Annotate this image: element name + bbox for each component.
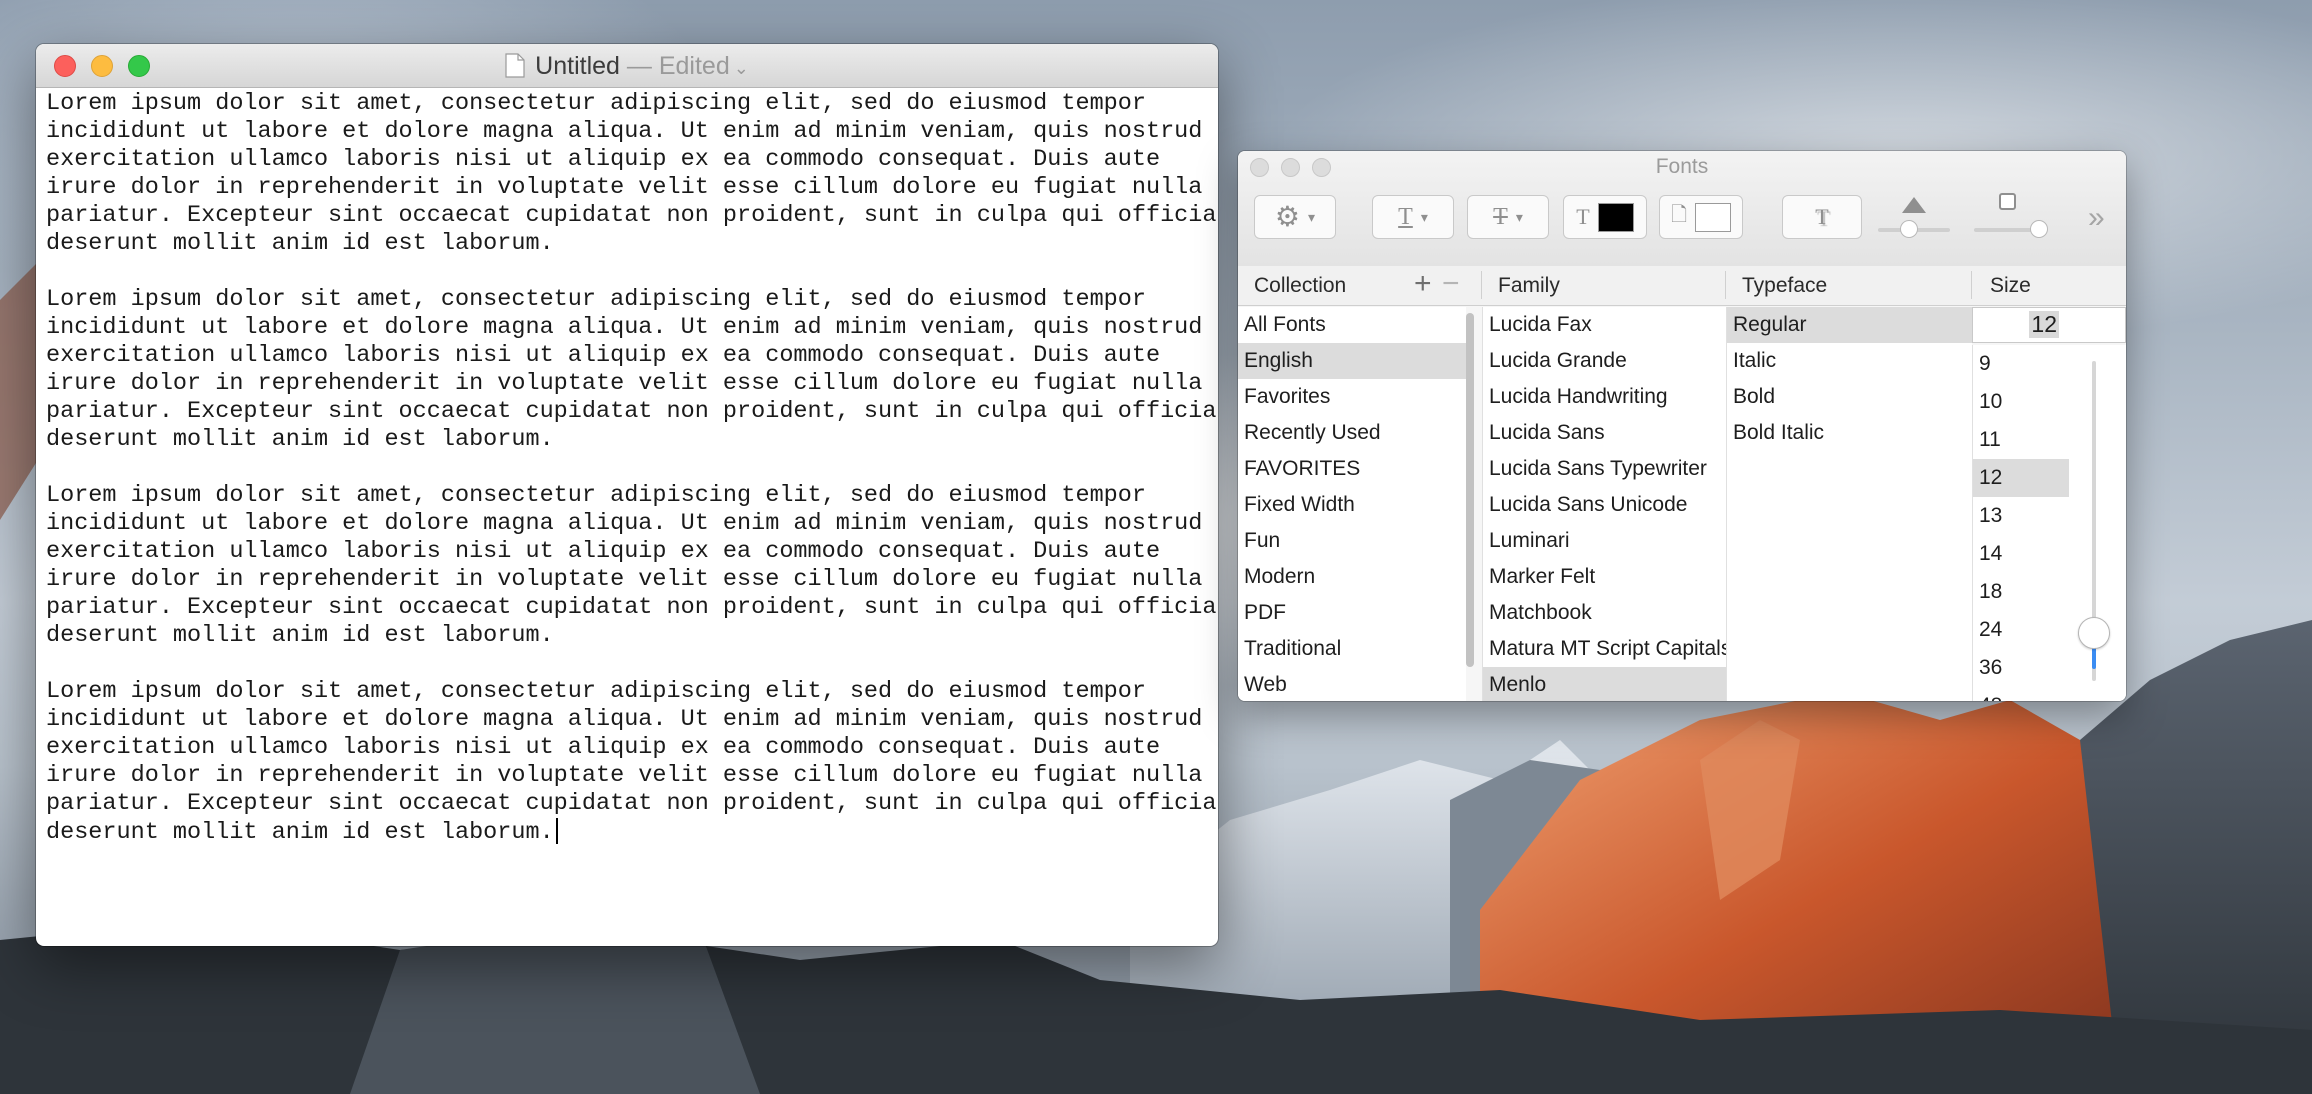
panel-titlebar[interactable]: Fonts ⚙ ▾ T ▾ T ▾ T 🗋 T » <box>1238 151 2126 267</box>
size-input-value: 12 <box>2029 311 2059 338</box>
shadow-blur-icon <box>1999 193 2016 210</box>
text-color-button[interactable]: T <box>1563 195 1647 239</box>
size-item[interactable]: 10 <box>1973 383 2069 421</box>
size-item[interactable]: 48 <box>1973 687 2069 701</box>
family-item[interactable]: Matura MT Script Capitals <box>1483 631 1726 667</box>
size-input[interactable]: 12 <box>1972 307 2126 343</box>
family-item[interactable]: Marker Felt <box>1483 559 1726 595</box>
size-item[interactable]: 36 <box>1973 649 2069 687</box>
family-item[interactable]: Menlo <box>1483 667 1726 701</box>
slider-knob[interactable] <box>1900 220 1918 238</box>
family-item[interactable]: Lucida Sans <box>1483 415 1726 451</box>
collection-item[interactable]: Web <box>1238 667 1466 701</box>
underline-button[interactable]: T ▾ <box>1372 195 1454 239</box>
typeface-item[interactable]: Bold Italic <box>1727 415 1972 451</box>
document-color-button[interactable]: 🗋 <box>1659 195 1743 239</box>
more-options-icon[interactable]: » <box>2088 201 2105 235</box>
collection-item[interactable]: Fun <box>1238 523 1466 559</box>
collection-item[interactable]: Modern <box>1238 559 1466 595</box>
collection-header-label: Collection <box>1254 274 1347 297</box>
family-item[interactable]: Matchbook <box>1483 595 1726 631</box>
chevron-down-icon: ▾ <box>1420 208 1428 225</box>
family-header: Family <box>1482 266 1726 306</box>
family-item[interactable]: Lucida Fax <box>1483 307 1726 343</box>
text-cursor <box>555 818 558 844</box>
paragraph: Lorem ipsum dolor sit amet, consectetur … <box>46 678 1217 846</box>
size-item[interactable]: 9 <box>1973 345 2069 383</box>
document-name: Untitled <box>535 52 620 80</box>
collection-item[interactable]: PDF <box>1238 595 1466 631</box>
collection-item[interactable]: Fixed Width <box>1238 487 1466 523</box>
collection-item[interactable]: All Fonts <box>1238 307 1466 343</box>
gear-icon: ⚙ <box>1274 201 1301 232</box>
family-item[interactable]: Lucida Grande <box>1483 343 1726 379</box>
column-divider <box>1481 271 1482 299</box>
family-item[interactable]: Luminari <box>1483 523 1726 559</box>
typeface-item[interactable]: Regular <box>1727 307 1972 343</box>
shadow-opacity-slider[interactable] <box>1878 220 1950 238</box>
text-shadow-icon: T <box>1815 204 1829 229</box>
remove-collection-button[interactable]: − <box>1442 264 1460 304</box>
column-divider <box>1971 271 1972 299</box>
action-menu-button[interactable]: ⚙ ▾ <box>1254 195 1336 239</box>
fonts-panel: Fonts ⚙ ▾ T ▾ T ▾ T 🗋 T » Collection + −… <box>1238 151 2126 701</box>
collection-scrollbar[interactable] <box>1466 313 1474 667</box>
add-collection-button[interactable]: + <box>1414 264 1432 304</box>
slider-knob[interactable] <box>2030 220 2048 238</box>
family-item[interactable]: Lucida Sans Typewriter <box>1483 451 1726 487</box>
chevron-down-icon[interactable]: ⌄ <box>734 58 749 78</box>
typeface-header: Typeface <box>1726 266 1972 306</box>
typeface-item[interactable]: Bold <box>1727 379 1972 415</box>
text-area[interactable]: Lorem ipsum dolor sit amet, consectetur … <box>46 88 1217 946</box>
paragraph: Lorem ipsum dolor sit amet, consectetur … <box>46 286 1217 453</box>
chevron-down-icon: ▾ <box>1515 208 1523 225</box>
size-list[interactable]: 9101112131418243648 <box>1972 345 2126 701</box>
typeface-item[interactable]: Italic <box>1727 343 1972 379</box>
collection-item[interactable]: Traditional <box>1238 631 1466 667</box>
family-item[interactable]: Lucida Sans Unicode <box>1483 487 1726 523</box>
family-item[interactable]: Lucida Handwriting <box>1483 379 1726 415</box>
collection-item[interactable]: FAVORITES <box>1238 451 1466 487</box>
collection-list[interactable]: All Fonts English Favorites Recently Used FA… <box>1238 307 1466 701</box>
collection-item[interactable]: English <box>1238 343 1466 379</box>
size-item[interactable]: 13 <box>1973 497 2069 535</box>
column-divider <box>1725 271 1726 299</box>
text-color-icon: T <box>1576 204 1590 229</box>
size-header: Size <box>1972 266 2126 306</box>
collection-item[interactable]: Favorites <box>1238 379 1466 415</box>
panel-title: Fonts <box>1655 155 1709 178</box>
textedit-window: Untitled — Edited ⌄ Lorem ipsum dolor sit… <box>36 44 1218 946</box>
shadow-blur-slider[interactable] <box>1974 220 2048 238</box>
document-color-swatch <box>1695 202 1732 232</box>
size-slider-knob[interactable] <box>2078 617 2110 649</box>
size-item[interactable]: 24 <box>1973 611 2069 649</box>
document-icon <box>505 53 525 78</box>
strikethrough-icon: T <box>1493 203 1508 230</box>
size-item[interactable]: 14 <box>1973 535 2069 573</box>
size-item[interactable]: 18 <box>1973 573 2069 611</box>
size-item[interactable]: 11 <box>1973 421 2069 459</box>
edited-status: — Edited <box>626 52 730 80</box>
collection-item[interactable]: Recently Used <box>1238 415 1466 451</box>
paragraph: Lorem ipsum dolor sit amet, consectetur … <box>46 482 1217 649</box>
text-shadow-button[interactable]: T <box>1782 195 1862 239</box>
chevron-down-icon: ▾ <box>1308 208 1316 225</box>
collection-header: Collection + − <box>1238 266 1482 306</box>
typeface-list[interactable]: Regular Italic Bold Bold Italic <box>1726 307 1972 701</box>
window-title[interactable]: Untitled — Edited ⌄ <box>36 52 1218 81</box>
document-icon: 🗋 <box>1670 204 1688 226</box>
strikethrough-button[interactable]: T ▾ <box>1467 195 1549 239</box>
underline-icon: T <box>1398 203 1413 230</box>
window-titlebar[interactable]: Untitled — Edited ⌄ <box>36 44 1218 88</box>
size-item[interactable]: 12 <box>1973 459 2069 497</box>
family-list[interactable]: Lucida Fax Lucida Grande Lucida Handwritin… <box>1482 307 1726 701</box>
shadow-opacity-icon <box>1902 197 1926 213</box>
text-color-swatch <box>1597 202 1634 232</box>
paragraph: Lorem ipsum dolor sit amet, consectetur … <box>46 90 1217 257</box>
